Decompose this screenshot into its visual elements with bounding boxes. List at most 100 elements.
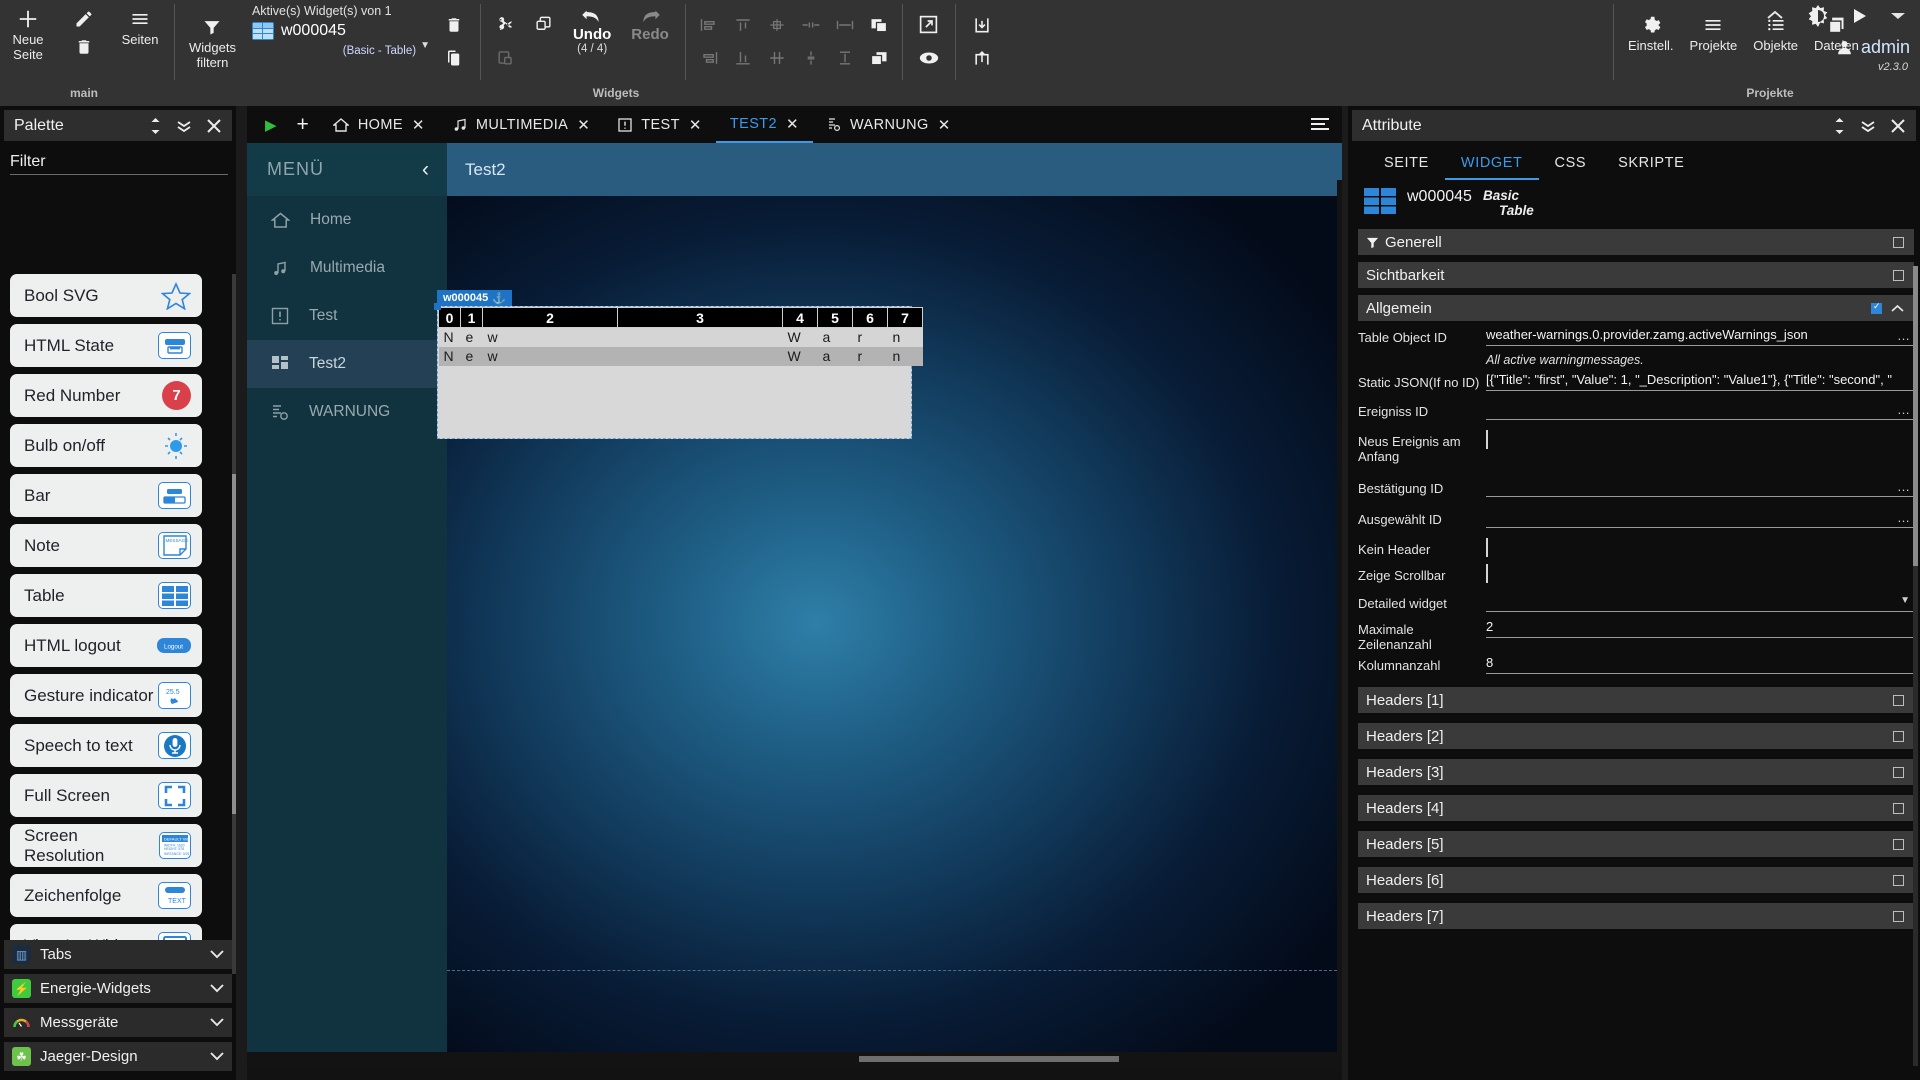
property-bestaetigung-id[interactable]: Bestätigung ID … — [1358, 478, 1914, 500]
section-headers-3[interactable]: Headers [3] — [1358, 759, 1914, 785]
section-sichtbarkeit[interactable]: Sichtbarkeit — [1358, 262, 1914, 288]
theme-toggle-icon[interactable] — [1806, 4, 1830, 28]
projects-button[interactable]: Projekte — [1682, 6, 1746, 53]
page-tab-multimedia[interactable]: MULTIMEDIA ✕ — [439, 106, 604, 143]
export-icon[interactable] — [972, 48, 992, 68]
property-table-object-id[interactable]: Table Object ID weather-warnings.0.provi… — [1358, 327, 1914, 349]
property-static-json[interactable]: Static JSON(If no ID) [{"Title": "first"… — [1358, 372, 1914, 394]
section-headers-6[interactable]: Headers [6] — [1358, 867, 1914, 893]
collapse-ribbon-icon[interactable] — [1766, 10, 1784, 22]
section-checkbox[interactable] — [1893, 269, 1904, 281]
section-headers-2[interactable]: Headers [2] — [1358, 723, 1914, 749]
palette-item-full-screen[interactable]: Full Screen — [10, 774, 202, 817]
resize-handle[interactable] — [434, 303, 441, 310]
palette-filter[interactable]: Filter — [0, 145, 236, 177]
palette-item-red-number[interactable]: Red Number 7 — [10, 374, 202, 417]
align-left-icon[interactable] — [699, 17, 719, 33]
chevron-down-icon[interactable]: ▼ — [420, 40, 430, 51]
section-checkbox[interactable] — [1893, 910, 1904, 922]
preview-eye-icon[interactable] — [918, 50, 940, 66]
align-center-vertical-icon[interactable] — [767, 17, 787, 33]
page-canvas[interactable]: MENÜ ‹ Home Multimedia Test Test2 WARNUN… — [247, 143, 1342, 1066]
page-tab-test[interactable]: TEST ✕ — [604, 106, 716, 143]
widget-id-tag[interactable]: w000045 ⚓ — [437, 290, 512, 306]
attribute-collapse-icon[interactable] — [1861, 118, 1875, 134]
property-value[interactable]: [{"Title": "first", "Value": 1, "_Descri… — [1486, 372, 1914, 391]
delete-widget-button[interactable] — [445, 16, 463, 34]
section-headers-1[interactable]: Headers [1] — [1358, 687, 1914, 713]
palette-scrollbar[interactable] — [232, 274, 236, 974]
undo-button[interactable]: Undo (4 / 4) — [563, 0, 621, 55]
property-ereigniss-id[interactable]: Ereigniss ID … — [1358, 401, 1914, 423]
table-row[interactable]: N e w W a r n — [438, 346, 923, 366]
palette-item-gesture-indicator[interactable]: Gesture indicator 25.5 — [10, 674, 202, 717]
align-center-horizontal-icon[interactable] — [767, 50, 787, 66]
runtime-menu-item-warnung[interactable]: WARNUNG — [247, 388, 447, 436]
palette-resize-icon[interactable] — [149, 117, 162, 135]
palette-item-html-logout[interactable]: HTML logout Logout — [10, 624, 202, 667]
palette-category-messgeraete[interactable]: Messgeräte — [4, 1008, 232, 1037]
palette-category-energie-widgets[interactable]: ⚡ Energie-Widgets — [4, 974, 232, 1003]
property-value[interactable] — [1486, 478, 1914, 497]
palette-item-list[interactable]: Bool SVG HTML State Red Number 7 Bulb on… — [10, 274, 232, 979]
tab-widget[interactable]: WIDGET — [1444, 151, 1539, 180]
section-allgemein[interactable]: Allgemein — [1358, 295, 1914, 321]
palette-item-bar[interactable]: Bar — [10, 474, 202, 517]
palette-item-zeichenfolge[interactable]: Zeichenfolge TEXT — [10, 874, 202, 917]
tab-skripte[interactable]: SKRIPTE — [1602, 151, 1700, 180]
chevron-down-icon[interactable] — [1890, 11, 1906, 21]
property-neues-ereignis-am-anfang[interactable]: Neus Ereignis am Anfang — [1358, 430, 1914, 464]
section-headers-4[interactable]: Headers [4] — [1358, 795, 1914, 821]
palette-item-bulb[interactable]: Bulb on/off — [10, 424, 202, 467]
duplicate-widget-button[interactable] — [445, 49, 463, 67]
redo-button[interactable]: Redo — [621, 0, 679, 43]
palette-collapse-icon[interactable] — [177, 118, 191, 134]
palette-item-table[interactable]: Table — [10, 574, 202, 617]
runtime-menu-item-multimedia[interactable]: Multimedia — [247, 244, 447, 292]
palette-close-icon[interactable] — [206, 118, 222, 134]
palette-item-bool-svg[interactable]: Bool SVG — [10, 274, 202, 317]
cut-button[interactable] — [496, 15, 515, 34]
table-row[interactable]: N e w W a r n — [438, 327, 923, 347]
section-generell[interactable]: Generell — [1358, 229, 1914, 255]
edit-page-button[interactable] — [56, 6, 112, 32]
property-value[interactable] — [1486, 401, 1914, 420]
add-page-icon[interactable]: + — [287, 113, 319, 137]
palette-category-tabs[interactable]: ▥ Tabs — [4, 940, 232, 969]
palette-item-screen-resolution[interactable]: Screen Resolution DEFAULT VIEWWIDTH: 162… — [10, 824, 202, 867]
close-icon[interactable]: ✕ — [786, 115, 799, 133]
page-tab-test2[interactable]: TEST2 ✕ — [715, 106, 813, 143]
property-more-icon[interactable]: … — [1897, 402, 1910, 417]
distribute-vertical-icon[interactable] — [801, 50, 821, 66]
paste-button[interactable] — [496, 48, 515, 67]
property-value[interactable]: 2 — [1486, 619, 1914, 638]
attribute-resize-icon[interactable] — [1833, 117, 1846, 135]
property-kolumnanzahl[interactable]: Kolumnanzahl 8 — [1358, 655, 1914, 677]
username-label[interactable]: admin — [1861, 37, 1910, 58]
section-headers-5[interactable]: Headers [5] — [1358, 831, 1914, 857]
pages-button[interactable]: Seiten — [112, 0, 168, 47]
preview-page-icon[interactable]: ▶ — [255, 116, 287, 134]
table-widget-instance[interactable]: w000045 ⚓ 0 1 2 3 4 5 6 7 N e w W a r n … — [434, 290, 923, 439]
filter-widgets-button[interactable]: Widgets filtern — [181, 0, 244, 70]
settings-button[interactable]: Einstell. — [1620, 6, 1682, 53]
property-more-icon[interactable]: … — [1897, 479, 1910, 494]
menu-collapse-icon[interactable]: ‹ — [422, 158, 430, 182]
close-icon[interactable]: ✕ — [577, 116, 590, 134]
canvas-vertical-scrollbar[interactable] — [1337, 180, 1342, 1066]
copy-button[interactable] — [534, 15, 553, 34]
property-more-icon[interactable]: … — [1897, 328, 1910, 343]
chevron-up-icon[interactable] — [1891, 304, 1904, 312]
page-tab-warnung[interactable]: WARNUNG ✕ — [813, 106, 965, 143]
section-checkbox[interactable] — [1893, 236, 1904, 248]
property-checkbox[interactable] — [1486, 538, 1488, 557]
editor-menu-icon[interactable] — [1310, 117, 1330, 131]
import-icon[interactable] — [972, 15, 992, 35]
canvas-horizontal-scrollbar[interactable] — [247, 1052, 1342, 1066]
palette-item-note[interactable]: Note MESSAGE — [10, 524, 202, 567]
align-top-icon[interactable] — [733, 17, 753, 33]
attribute-scrollbar[interactable] — [1913, 266, 1918, 1066]
open-external-icon[interactable] — [918, 14, 939, 35]
property-ausgewaehlt-id[interactable]: Ausgewählt ID … — [1358, 509, 1914, 531]
new-page-button[interactable]: Neue Seite — [0, 0, 56, 62]
